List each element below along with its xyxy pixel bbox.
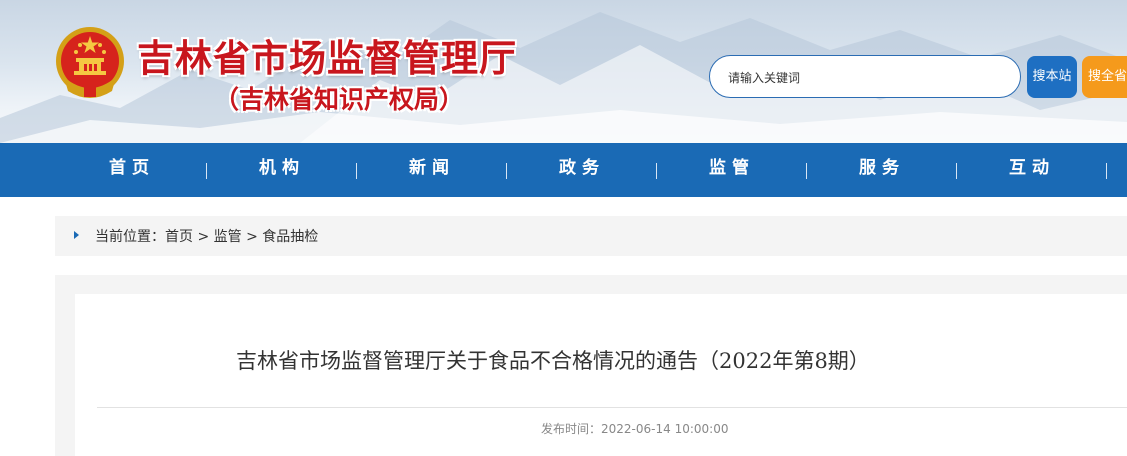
breadcrumb-arrow-icon bbox=[74, 231, 79, 239]
breadcrumb-link-food-inspection[interactable]: 食品抽检 bbox=[262, 229, 318, 245]
publish-time-value: 2022-06-14 10:00:00 bbox=[601, 422, 729, 436]
search-province-button[interactable]: 搜全省 bbox=[1082, 56, 1127, 98]
publish-time-label: 发布时间： bbox=[541, 422, 602, 436]
main-nav: 首页 机构 新闻 政务 监管 服务 互动 bbox=[0, 143, 1127, 197]
breadcrumb-prefix: 当前位置： bbox=[95, 229, 165, 245]
publish-time: 发布时间：2022-06-14 10:00:00 bbox=[541, 420, 728, 437]
site-subtitle: （吉林省知识产权局） bbox=[214, 85, 465, 114]
nav-item-home[interactable]: 首页 bbox=[72, 143, 192, 197]
nav-item-supervision[interactable]: 监管 bbox=[672, 143, 792, 197]
breadcrumb-link-supervision[interactable]: 监管 bbox=[214, 229, 242, 245]
nav-item-services[interactable]: 服务 bbox=[822, 143, 942, 197]
nav-separator bbox=[806, 163, 807, 179]
search-input[interactable] bbox=[726, 66, 1010, 90]
search-box bbox=[709, 55, 1021, 98]
site-title: 吉林省市场监督管理厅 bbox=[137, 37, 517, 80]
nav-separator bbox=[206, 163, 207, 179]
nav-separator bbox=[656, 163, 657, 179]
breadcrumb-path: 当前位置：首页 > 监管 > 食品抽检 bbox=[95, 226, 318, 246]
article-title: 吉林省市场监督管理厅关于食品不合格情况的通告（2022年第8期） bbox=[236, 349, 870, 373]
breadcrumb-separator: > bbox=[193, 229, 214, 245]
title-divider bbox=[97, 407, 1127, 408]
breadcrumb-separator: > bbox=[241, 229, 263, 245]
nav-item-news[interactable]: 新闻 bbox=[372, 143, 492, 197]
national-emblem-icon bbox=[56, 27, 124, 98]
breadcrumb: 当前位置：首页 > 监管 > 食品抽检 bbox=[55, 216, 1127, 256]
nav-separator bbox=[506, 163, 507, 179]
nav-separator bbox=[1106, 163, 1107, 179]
nav-item-government[interactable]: 政务 bbox=[522, 143, 642, 197]
nav-separator bbox=[356, 163, 357, 179]
nav-separator bbox=[956, 163, 957, 179]
site-header: 吉林省市场监督管理厅 （吉林省知识产权局） 搜本站 搜全省 bbox=[0, 0, 1127, 143]
breadcrumb-link-home[interactable]: 首页 bbox=[165, 229, 193, 245]
nav-item-interaction[interactable]: 互动 bbox=[972, 143, 1092, 197]
search-site-button[interactable]: 搜本站 bbox=[1027, 56, 1077, 98]
nav-item-agencies[interactable]: 机构 bbox=[222, 143, 342, 197]
